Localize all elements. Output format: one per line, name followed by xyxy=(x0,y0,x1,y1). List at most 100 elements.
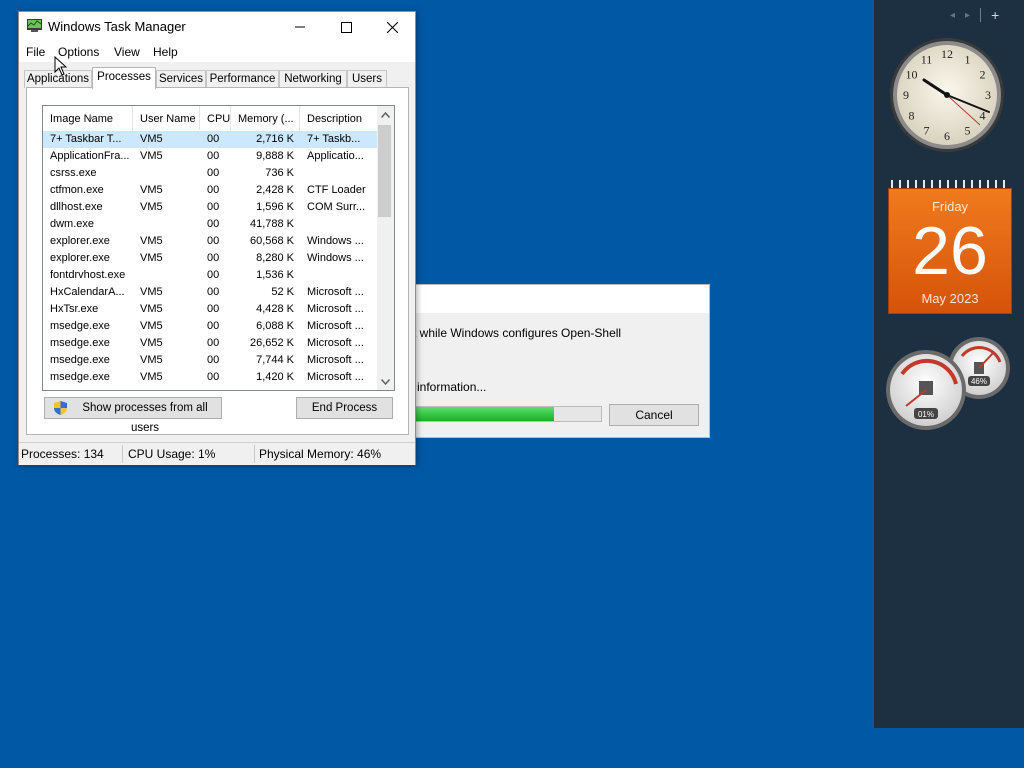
cell-mem: 4,428 K xyxy=(256,303,294,315)
setup-progress-bar xyxy=(413,406,602,422)
tab-services[interactable]: Services xyxy=(156,70,206,88)
cell-name: msedge.exe xyxy=(50,354,110,366)
clock-numeral: 9 xyxy=(903,88,909,102)
menu-help[interactable]: Help xyxy=(153,45,178,59)
table-row[interactable]: explorer.exe VM5 00 8,280 K Windows ... xyxy=(43,250,377,267)
chevron-down-icon xyxy=(381,378,390,385)
minimize-icon xyxy=(295,26,305,28)
cell-mem: 41,788 K xyxy=(249,218,294,230)
table-row[interactable]: explorer.exe VM5 00 60,568 K Windows ... xyxy=(43,233,377,250)
cell-mem: 52 K xyxy=(271,286,294,298)
add-gadget-button[interactable]: + xyxy=(991,7,999,23)
cell-user: VM5 xyxy=(140,201,163,213)
cell-name: dwm.exe xyxy=(50,218,95,230)
tab-strip: Applications Processes Services Performa… xyxy=(19,62,415,89)
table-row[interactable]: dwm.exe 00 41,788 K xyxy=(43,216,377,233)
status-processes: Processes: 134 xyxy=(21,447,104,461)
sort-ascending-icon: ▲ xyxy=(87,114,94,121)
cell-desc: Windows ... xyxy=(307,235,364,247)
table-row[interactable]: ctfmon.exe VM5 00 2,428 K CTF Loader xyxy=(43,182,377,199)
cell-desc: Microsoft ... xyxy=(307,337,364,349)
cell-cpu: 00 xyxy=(207,133,220,145)
show-all-processes-button[interactable]: Show processes from all users xyxy=(44,397,222,434)
calendar-gadget[interactable]: Friday 26 May 2023 xyxy=(886,180,1012,314)
table-row[interactable]: HxTsr.exe VM5 00 4,428 K Microsoft ... xyxy=(43,301,377,318)
tab-performance[interactable]: Performance xyxy=(206,70,279,88)
column-image-name[interactable]: ▲ Image Name xyxy=(43,106,133,130)
menu-view[interactable]: View xyxy=(114,45,140,59)
cell-user: VM5 xyxy=(140,184,163,196)
clock-gadget[interactable]: 12 1234567891011 xyxy=(888,36,1006,154)
cell-cpu: 00 xyxy=(207,371,220,383)
cell-name: HxCalendarA... xyxy=(50,286,125,298)
cell-mem: 1,536 K xyxy=(256,269,294,281)
cell-user: VM5 xyxy=(140,150,163,162)
cell-desc: 7+ Taskb... xyxy=(307,133,361,145)
clock-numeral: 5 xyxy=(965,124,971,138)
clock-numeral: 10 xyxy=(906,68,918,82)
calendar-date: 26 xyxy=(912,213,988,289)
cell-name: msedge.exe xyxy=(50,320,110,332)
table-row[interactable]: fontdrvhost.exe 00 1,536 K xyxy=(43,267,377,284)
process-list[interactable]: ▲ Image Name User Name CPU Memory (... D… xyxy=(42,105,395,391)
scroll-up-button[interactable] xyxy=(377,106,394,123)
table-row[interactable]: csrss.exe 00 736 K xyxy=(43,165,377,182)
cell-user: VM5 xyxy=(140,235,163,247)
cell-name: msedge.exe xyxy=(50,371,110,383)
column-user-name[interactable]: User Name xyxy=(133,106,200,130)
vertical-scrollbar[interactable] xyxy=(377,106,394,390)
menu-file[interactable]: File xyxy=(26,45,45,59)
cell-desc: Microsoft ... xyxy=(307,286,364,298)
cell-mem: 1,596 K xyxy=(256,201,294,213)
tab-processes[interactable]: Processes xyxy=(92,67,156,89)
tab-networking[interactable]: Networking xyxy=(279,70,347,88)
column-description[interactable]: Description xyxy=(300,106,377,130)
table-row[interactable]: msedge.exe VM5 00 26,652 K Microsoft ... xyxy=(43,335,377,352)
close-button[interactable] xyxy=(369,12,415,42)
table-row[interactable]: msedge.exe VM5 00 7,744 K Microsoft ... xyxy=(43,352,377,369)
clock-numeral: 2 xyxy=(980,68,986,82)
cell-mem: 26,652 K xyxy=(249,337,294,349)
status-bar: Processes: 134 CPU Usage: 1% Physical Me… xyxy=(19,442,415,465)
scroll-down-button[interactable] xyxy=(377,373,394,390)
cell-user: VM5 xyxy=(140,371,163,383)
clock-numeral: 11 xyxy=(921,53,933,67)
calendar-month: May 2023 xyxy=(921,291,979,306)
sidebar-prev-button[interactable]: ◂ xyxy=(950,10,955,21)
end-process-button[interactable]: End Process xyxy=(296,397,393,419)
cell-desc xyxy=(307,165,375,182)
table-row[interactable]: dllhost.exe VM5 00 1,596 K COM Surr... xyxy=(43,199,377,216)
menu-bar: File Options View Help xyxy=(19,42,415,62)
table-row[interactable]: msedge.exe VM5 00 1,420 K Microsoft ... xyxy=(43,369,377,386)
maximize-icon xyxy=(340,21,352,33)
table-row[interactable]: HxCalendarA... VM5 00 52 K Microsoft ... xyxy=(43,284,377,301)
column-memory[interactable]: Memory (... xyxy=(231,106,300,130)
scrollbar-thumb[interactable] xyxy=(378,125,391,217)
maximize-button[interactable] xyxy=(323,12,369,42)
cell-user xyxy=(140,165,200,182)
table-row[interactable]: msedge.exe VM5 00 6,088 K Microsoft ... xyxy=(43,318,377,335)
sidebar-nav: ◂ ▸ + xyxy=(950,6,1016,24)
status-divider xyxy=(254,445,255,463)
clock-numeral: 8 xyxy=(909,109,915,123)
title-bar[interactable]: Windows Task Manager xyxy=(19,12,415,42)
cell-mem: 8,280 K xyxy=(256,252,294,264)
cancel-button[interactable]: Cancel xyxy=(609,404,699,426)
cell-cpu: 00 xyxy=(207,320,220,332)
sidebar-next-button[interactable]: ▸ xyxy=(965,10,970,21)
table-row[interactable]: 7+ Taskbar T... VM5 00 2,716 K 7+ Taskb... xyxy=(43,131,377,148)
clock-numeral: 3 xyxy=(985,88,991,102)
tab-users[interactable]: Users xyxy=(347,70,387,88)
setup-dialog: t while Windows configures Open-Shell in… xyxy=(412,284,710,438)
minimize-button[interactable] xyxy=(277,12,323,42)
column-cpu[interactable]: CPU xyxy=(200,106,231,130)
cell-mem: 60,568 K xyxy=(249,235,294,247)
show-all-processes-label: Show processes from all users xyxy=(82,402,208,434)
table-row[interactable]: ApplicationFra... VM5 00 9,888 K Applicatio.… xyxy=(43,148,377,165)
cell-desc: Applicatio... xyxy=(307,150,364,162)
status-divider xyxy=(122,445,123,463)
cell-cpu: 00 xyxy=(207,218,220,230)
cell-cpu: 00 xyxy=(207,150,220,162)
cell-user: VM5 xyxy=(140,354,163,366)
cpu-meter-gadget[interactable]: 46% 01% xyxy=(884,334,1014,434)
